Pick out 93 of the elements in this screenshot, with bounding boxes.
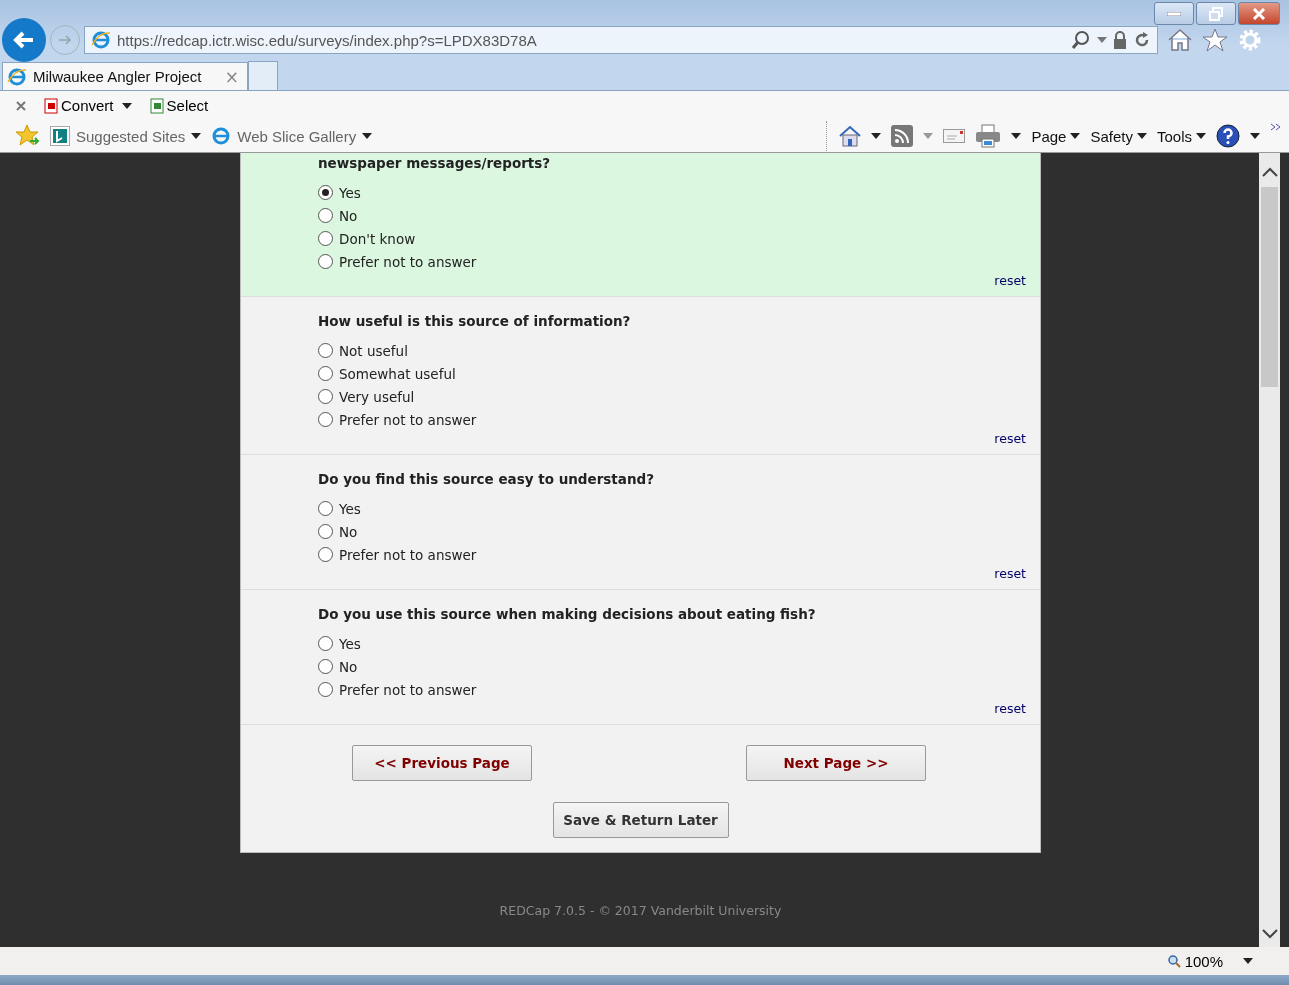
option-label[interactable]: Prefer not to answer xyxy=(339,546,477,563)
radio-button[interactable] xyxy=(318,185,333,200)
rss-feed-icon[interactable] xyxy=(891,125,914,147)
footer-text: REDCap 7.0.5 - © 2017 Vanderbilt University xyxy=(499,903,782,918)
save-return-later-button[interactable]: Save & Return Later xyxy=(552,802,729,838)
option-label[interactable]: Not useful xyxy=(339,342,408,359)
radio-button[interactable] xyxy=(318,682,333,697)
option-label[interactable]: No xyxy=(339,658,358,675)
zoom-icon[interactable] xyxy=(1166,954,1181,968)
search-icon[interactable] xyxy=(1071,30,1091,50)
restore-button[interactable] xyxy=(1196,2,1236,25)
reset-link[interactable]: reset xyxy=(994,431,1026,446)
radio-button[interactable] xyxy=(318,659,333,674)
caret-icon[interactable] xyxy=(871,133,882,139)
caret-icon[interactable] xyxy=(1243,958,1253,964)
option-label[interactable]: No xyxy=(339,523,358,540)
radio-button[interactable] xyxy=(318,501,333,516)
caret-icon[interactable] xyxy=(1011,133,1022,139)
scroll-up-icon[interactable] xyxy=(1261,167,1278,177)
favorites-star-icon[interactable] xyxy=(16,124,40,148)
browser-tab[interactable]: Milwaukee Angler Project × xyxy=(2,62,248,90)
minimize-icon xyxy=(1167,11,1181,16)
document-icon xyxy=(44,97,60,114)
option-label[interactable]: Very useful xyxy=(339,388,415,405)
caret-icon xyxy=(1136,133,1147,139)
convert-button[interactable]: Convert xyxy=(44,97,114,114)
radio-button[interactable] xyxy=(318,547,333,562)
lock-icon xyxy=(1113,31,1127,49)
previous-page-button[interactable]: << Previous Page xyxy=(352,745,532,781)
refresh-icon[interactable] xyxy=(1133,31,1151,49)
option-label[interactable]: Yes xyxy=(339,635,361,652)
scrollbar-thumb[interactable] xyxy=(1261,187,1278,387)
radio-button[interactable] xyxy=(318,208,333,223)
minimize-button[interactable] xyxy=(1154,2,1194,25)
menu-button[interactable]: Tools xyxy=(1156,127,1206,145)
radio-button[interactable] xyxy=(318,366,333,381)
question-label: Do you find this source easy to understand? xyxy=(318,471,656,487)
option-label[interactable]: Yes xyxy=(339,184,361,201)
caret-icon xyxy=(1196,133,1206,139)
chevron-icon[interactable] xyxy=(1270,123,1281,131)
select-button[interactable]: Select xyxy=(149,97,209,114)
mail-icon[interactable] xyxy=(943,129,966,143)
zoom-level[interactable]: 100% xyxy=(1184,952,1223,970)
radio-button[interactable] xyxy=(318,524,333,539)
home-icon[interactable] xyxy=(1167,28,1193,52)
close-icon[interactable] xyxy=(16,100,26,111)
tab-title: Milwaukee Angler Project xyxy=(33,68,203,85)
question-label: How useful is this source of information? xyxy=(318,313,632,329)
home-icon[interactable] xyxy=(839,125,862,147)
radio-button[interactable] xyxy=(318,231,333,246)
reset-link[interactable]: reset xyxy=(994,566,1026,581)
restore-icon xyxy=(1209,6,1223,21)
url-text: https://redcap.ictr.wisc.edu/surveys/index.php?s=LPDX83D78A xyxy=(117,31,538,49)
option-label[interactable]: Somewhat useful xyxy=(339,365,456,382)
menu-button[interactable]: Safety xyxy=(1090,127,1147,145)
option-label[interactable]: Prefer not to answer xyxy=(339,253,477,270)
option-label[interactable]: Yes xyxy=(339,500,361,517)
printer-icon[interactable] xyxy=(975,124,1002,148)
document-icon xyxy=(149,97,166,114)
reset-link[interactable]: reset xyxy=(994,273,1026,288)
caret-icon[interactable] xyxy=(1250,133,1260,139)
scrollbar[interactable] xyxy=(1259,153,1280,947)
star-icon[interactable] xyxy=(1202,28,1228,52)
question-label: Do you use this source when making decisions about eating fish? xyxy=(318,606,817,622)
browser-logo-icon xyxy=(211,126,232,146)
next-page-button[interactable]: Next Page >> xyxy=(746,745,926,781)
option-label[interactable]: Prefer not to answer xyxy=(339,411,477,428)
radio-button[interactable] xyxy=(318,389,333,404)
close-icon xyxy=(1252,7,1266,20)
browser-logo-icon xyxy=(7,66,27,87)
option-label[interactable]: Don't know xyxy=(339,230,416,247)
browser-logo-icon xyxy=(91,30,111,50)
radio-button[interactable] xyxy=(318,636,333,651)
caret-icon[interactable] xyxy=(121,102,132,109)
favorites-link[interactable]: Suggested Sites xyxy=(50,126,202,146)
menu-button[interactable]: Page xyxy=(1031,127,1081,145)
radio-button[interactable] xyxy=(318,412,333,427)
question-label: newspaper messages/reports? xyxy=(318,155,552,171)
option-label[interactable]: Prefer not to answer xyxy=(339,681,477,698)
back-button[interactable] xyxy=(2,18,46,62)
reset-link[interactable]: reset xyxy=(994,701,1026,716)
help-icon[interactable] xyxy=(1216,124,1240,148)
radio-button[interactable] xyxy=(318,254,333,269)
scroll-down-icon[interactable] xyxy=(1261,929,1278,939)
site-logo-icon xyxy=(50,126,70,146)
close-button[interactable] xyxy=(1238,2,1280,25)
caret-icon xyxy=(191,133,202,139)
caret-icon xyxy=(1070,133,1081,139)
option-label[interactable]: No xyxy=(339,207,358,224)
caret-icon xyxy=(362,133,373,139)
favorites-link[interactable]: Web Slice Gallery xyxy=(211,126,373,146)
address-bar[interactable]: https://redcap.ictr.wisc.edu/surveys/index.php?s=LPDX83D78A xyxy=(84,26,1158,54)
radio-button[interactable] xyxy=(318,343,333,358)
